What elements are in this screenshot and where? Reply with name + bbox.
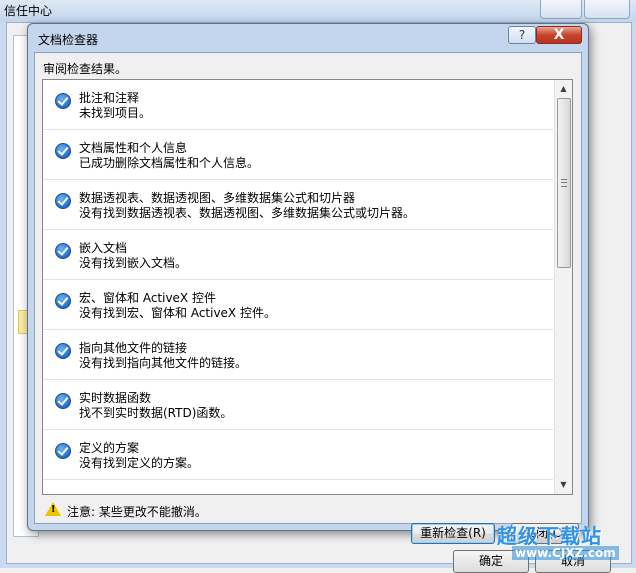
result-list: 批注和注释 未找到项目。 文档属性和个人信息 已成功删除文档属性和个人信息。 数… — [43, 80, 553, 480]
result-item-embedded: 嵌入文档 没有找到嵌入文档。 — [43, 230, 553, 280]
result-desc: 没有找到数据透视表、数据透视图、多维数据集公式或切片器。 — [79, 206, 416, 220]
check-icon — [55, 393, 71, 409]
scroll-up-arrow-icon[interactable]: ▲ — [555, 80, 572, 97]
document-inspector-dialog: 文档检查器 ? X 审阅检查结果。 批注和注释 未找到项目。 文档属性和个人信息… — [27, 23, 589, 544]
close-window-button[interactable]: X — [536, 26, 582, 44]
result-item-macros: 宏、窗体和 ActiveX 控件 没有找到宏、窗体和 ActiveX 控件。 — [43, 280, 553, 330]
check-icon — [55, 93, 71, 109]
help-button[interactable]: ? — [508, 26, 536, 44]
check-icon — [55, 143, 71, 159]
result-desc: 未找到项目。 — [79, 106, 152, 120]
check-icon — [55, 293, 71, 309]
warning-text: 注意: 某些更改不能撤消。 — [67, 505, 207, 519]
result-item-comments: 批注和注释 未找到项目。 — [43, 80, 553, 130]
result-item-links: 指向其他文件的链接 没有找到指向其他文件的链接。 — [43, 330, 553, 380]
result-desc: 没有找到嵌入文档。 — [79, 256, 188, 270]
results-pane: 批注和注释 未找到项目。 文档属性和个人信息 已成功删除文档属性和个人信息。 数… — [42, 79, 573, 495]
bg-help-button[interactable] — [540, 0, 582, 19]
scrollbar-grip-icon — [561, 179, 567, 187]
check-icon — [55, 443, 71, 459]
result-desc: 已成功删除文档属性和个人信息。 — [79, 156, 260, 170]
watermark-url: www.CJXZ.com — [512, 546, 619, 560]
check-icon — [55, 243, 71, 259]
dialog-client-area: 审阅检查结果。 批注和注释 未找到项目。 文档属性和个人信息 已成功删除文档属性… — [34, 52, 582, 544]
result-item-rtd: 实时数据函数 找不到实时数据(RTD)函数。 — [43, 380, 553, 430]
result-desc: 没有找到宏、窗体和 ActiveX 控件。 — [79, 306, 276, 320]
check-icon — [55, 193, 71, 209]
scrollbar-thumb[interactable] — [557, 98, 571, 268]
result-desc: 找不到实时数据(RTD)函数。 — [79, 406, 233, 420]
result-desc: 没有找到定义的方案。 — [79, 456, 200, 470]
trust-center-titlebar: 信任中心 — [0, 0, 636, 22]
trust-center-title: 信任中心 — [4, 4, 53, 18]
review-heading: 审阅检查结果。 — [43, 62, 128, 76]
result-item-pivot: 数据透视表、数据透视图、多维数据集公式和切片器 没有找到数据透视表、数据透视图、… — [43, 180, 553, 230]
warning-icon: ! — [45, 502, 61, 516]
results-scrollbar[interactable]: ▲ ▼ — [554, 80, 572, 494]
bg-close-button[interactable] — [584, 0, 630, 19]
result-item-scenarios: 定义的方案 没有找到定义的方案。 — [43, 430, 553, 480]
recheck-button[interactable]: 重新检查(R) — [411, 523, 495, 544]
dialog-title: 文档检查器 — [38, 33, 99, 47]
result-item-properties: 文档属性和个人信息 已成功删除文档属性和个人信息。 — [43, 130, 553, 180]
dialog-titlebar[interactable]: 文档检查器 ? X — [28, 24, 588, 52]
check-icon — [55, 343, 71, 359]
scroll-down-arrow-icon[interactable]: ▼ — [555, 476, 572, 493]
watermark-brand: 超级下载站 — [497, 524, 602, 548]
result-desc: 没有找到指向其他文件的链接。 — [79, 356, 248, 370]
